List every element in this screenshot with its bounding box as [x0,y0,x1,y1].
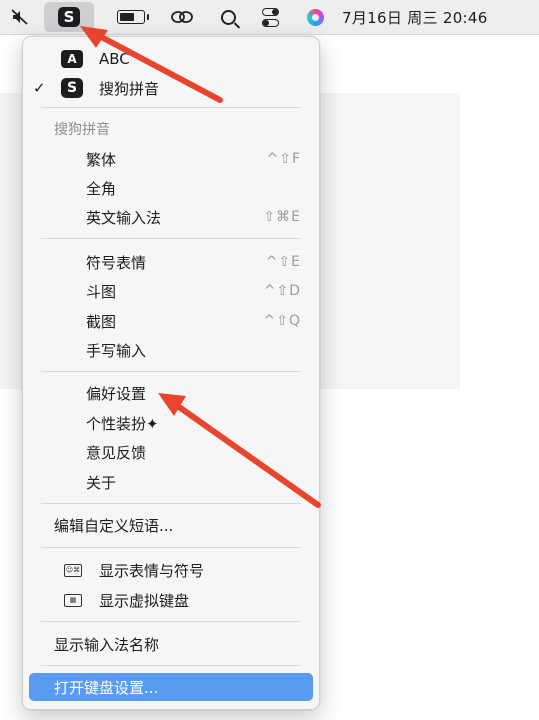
input-source-menu: A ABC ✓ S 搜狗拼音 搜狗拼音 繁体 ^⇧F 全角 英文输入法 ⇧⌘E … [22,36,320,710]
battery-icon[interactable] [110,0,152,34]
item-label: 显示表情与符号 [99,561,205,580]
separator [41,665,301,666]
section-title-sogou: 搜狗拼音 [23,115,319,143]
separator [41,238,301,239]
sogou-input-menu-button[interactable]: S [44,2,94,32]
siri-icon[interactable] [300,0,330,34]
checkmark-icon: ✓ [33,79,46,97]
item-label: 显示输入法名称 [54,635,160,654]
menu-item-sogou[interactable]: ✓ S 搜狗拼音 [23,74,319,102]
item-label: 个性装扮✦ [86,414,159,433]
item-label: 繁体 [86,150,117,169]
menu-item-doutu[interactable]: 斗图 ^⇧D [23,277,319,305]
control-center-icon[interactable] [254,0,286,34]
menu-item-symbols-emoji[interactable]: 符号表情 ^⇧E [23,248,319,276]
menu-item-fullwidth[interactable]: 全角 [23,174,319,202]
item-label: 全角 [86,179,117,198]
menu-item-show-input-name[interactable]: 显示输入法名称 [23,630,319,658]
abc-icon: A [61,50,83,68]
item-label: 编辑自定义短语... [54,516,174,535]
item-label: 关于 [86,473,117,492]
abc-label: ABC [99,50,130,68]
menu-item-traditional[interactable]: 繁体 ^⇧F [23,145,319,173]
menu-item-edit-phrases[interactable]: 编辑自定义短语... [23,511,319,539]
menu-item-screenshot[interactable]: 截图 ^⇧Q [23,307,319,335]
search-icon[interactable] [214,0,242,34]
item-label: 符号表情 [86,253,147,272]
section-title: 搜狗拼音 [54,122,110,138]
separator [41,621,301,622]
item-label: 显示虚拟键盘 [99,591,190,610]
menu-item-feedback[interactable]: 意见反馈 [23,438,319,466]
item-label: 手写输入 [86,341,147,360]
menu-item-handwriting[interactable]: 手写输入 [23,336,319,364]
item-label: 截图 [86,312,117,331]
menu-item-abc[interactable]: A ABC [23,45,319,73]
shortcut: ^⇧F [266,151,301,167]
menu-bar: S 7月16日 周三 20:46 [0,0,539,35]
item-label: 斗图 [86,282,117,301]
separator [41,107,301,108]
menu-item-skins[interactable]: 个性装扮✦ [23,409,319,437]
shortcut: ^⇧E [265,254,301,270]
menu-item-show-keyboard[interactable]: ▦ 显示虚拟键盘 [23,586,319,614]
mute-icon[interactable] [8,0,32,34]
item-label: 打开键盘设置... [54,678,159,697]
item-label: 意见反馈 [86,443,147,462]
shortcut: ^⇧Q [263,313,301,329]
keyboard-viewer-icon: ▦ [64,593,82,607]
separator [41,371,301,372]
separator [41,503,301,504]
menu-item-about[interactable]: 关于 [23,468,319,496]
item-label: 偏好设置 [86,384,147,403]
menu-item-english-mode[interactable]: 英文输入法 ⇧⌘E [23,203,319,231]
shortcut: ^⇧D [263,283,301,299]
menu-item-open-keyboard-settings[interactable]: 打开键盘设置... [29,673,313,701]
menu-item-show-emoji[interactable]: ☺⌘ 显示表情与符号 [23,556,319,584]
menu-item-preferences[interactable]: 偏好设置 [23,379,319,407]
sogou-icon: S [61,78,83,98]
link-icon[interactable] [164,0,200,34]
sogou-label: 搜狗拼音 [99,79,160,98]
clock[interactable]: 7月16日 周三 20:46 [342,0,532,34]
sogou-icon: S [58,7,80,27]
item-label: 英文输入法 [86,208,162,227]
emoji-viewer-icon: ☺⌘ [64,563,82,577]
separator [41,547,301,548]
shortcut: ⇧⌘E [263,209,301,225]
